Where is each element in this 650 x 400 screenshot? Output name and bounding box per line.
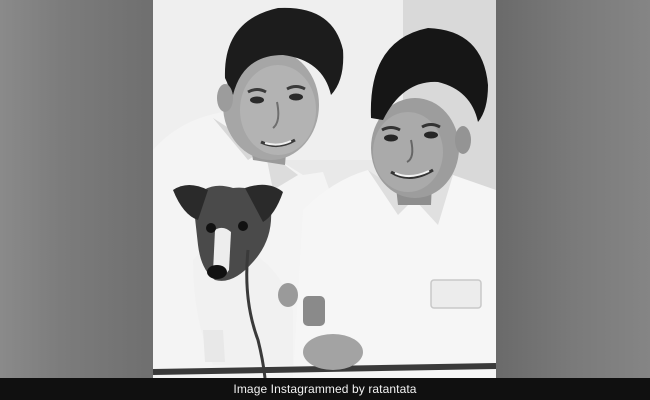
blurred-background-left — [0, 0, 153, 378]
blurred-background-right — [496, 0, 650, 378]
caption-bar: Image Instagrammed by ratantata — [0, 378, 650, 400]
image-viewer: Image Instagrammed by ratantata — [0, 0, 650, 400]
photo — [153, 0, 496, 378]
image-caption: Image Instagrammed by ratantata — [233, 382, 417, 396]
